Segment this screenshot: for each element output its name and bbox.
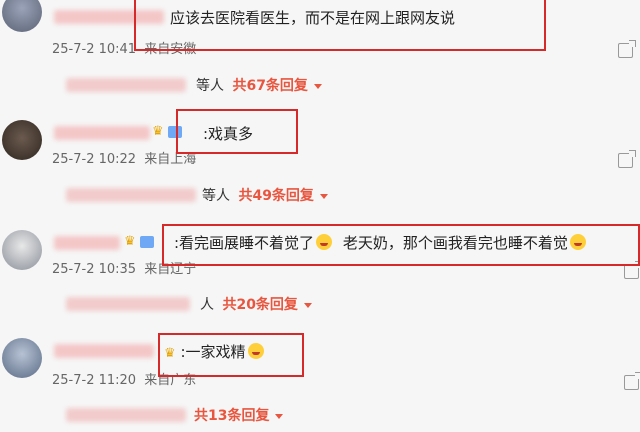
reply-summary[interactable]: 等人 共67条回复 xyxy=(196,77,322,95)
reply-count-link[interactable]: 共49条回复 xyxy=(238,188,313,204)
comment-4: ♛ :一家戏精 25-7-2 11:20 来自广东 共13条回复 xyxy=(0,320,640,432)
crown-icon: ♛ xyxy=(124,234,136,249)
reply-suffix: 人 xyxy=(200,297,214,313)
avatar[interactable] xyxy=(2,338,42,378)
replier-names-blurred xyxy=(66,408,186,422)
chevron-down-icon[interactable] xyxy=(303,302,312,308)
username-blurred[interactable] xyxy=(54,236,120,250)
comment-date: 25-7-2 10:35 xyxy=(52,262,137,277)
username-blurred[interactable] xyxy=(54,344,154,358)
fan-level-tag xyxy=(140,236,154,248)
comment-meta: 25-7-2 10:22 来自上海 xyxy=(52,152,196,168)
chevron-down-icon[interactable] xyxy=(313,83,322,89)
replier-names-blurred xyxy=(66,188,196,202)
replier-names-blurred xyxy=(66,297,190,311)
reply-count-link[interactable]: 共20条回复 xyxy=(222,297,297,313)
reply-count-link[interactable]: 共13条回复 xyxy=(194,408,269,424)
share-icon[interactable] xyxy=(624,372,640,390)
username-blurred[interactable] xyxy=(54,126,150,140)
highlight-box xyxy=(176,109,298,154)
reply-summary[interactable]: 等人 共49条回复 xyxy=(202,187,328,205)
reply-summary[interactable]: 人 共20条回复 xyxy=(200,296,312,314)
chevron-down-icon[interactable] xyxy=(319,193,328,199)
comment-date: 25-7-2 10:22 xyxy=(52,152,137,167)
chevron-down-icon[interactable] xyxy=(275,413,284,419)
reply-summary[interactable]: 共13条回复 xyxy=(194,407,284,425)
comment-date: 25-7-2 11:20 xyxy=(52,373,137,388)
comment-1: 应该去医院看医生，而不是在网上跟网友说 25-7-2 10:41 来自安徽 等人… xyxy=(0,0,640,105)
reply-suffix: 等人 xyxy=(196,78,224,94)
replier-names-blurred xyxy=(66,78,186,92)
highlight-box xyxy=(158,333,304,377)
share-icon[interactable] xyxy=(624,261,640,279)
comment-location: 来自上海 xyxy=(144,152,197,167)
crown-icon: ♛ xyxy=(152,124,164,139)
share-icon[interactable] xyxy=(618,150,636,168)
highlight-box xyxy=(134,0,546,51)
reply-suffix: 等人 xyxy=(202,188,230,204)
comment-3: ♛ :看完画展睡不着觉了 老天奶，那个画我看完也睡不着觉 25-7-2 10:3… xyxy=(0,210,640,320)
avatar[interactable] xyxy=(2,0,42,32)
comment-date: 25-7-2 10:41 xyxy=(52,42,137,57)
avatar[interactable] xyxy=(2,120,42,160)
comment-2: ♛ :戏真多 25-7-2 10:22 来自上海 等人 共49条回复 xyxy=(0,105,640,210)
highlight-box xyxy=(162,224,640,266)
avatar[interactable] xyxy=(2,230,42,270)
reply-count-link[interactable]: 共67条回复 xyxy=(232,78,307,94)
share-icon[interactable] xyxy=(618,40,636,58)
